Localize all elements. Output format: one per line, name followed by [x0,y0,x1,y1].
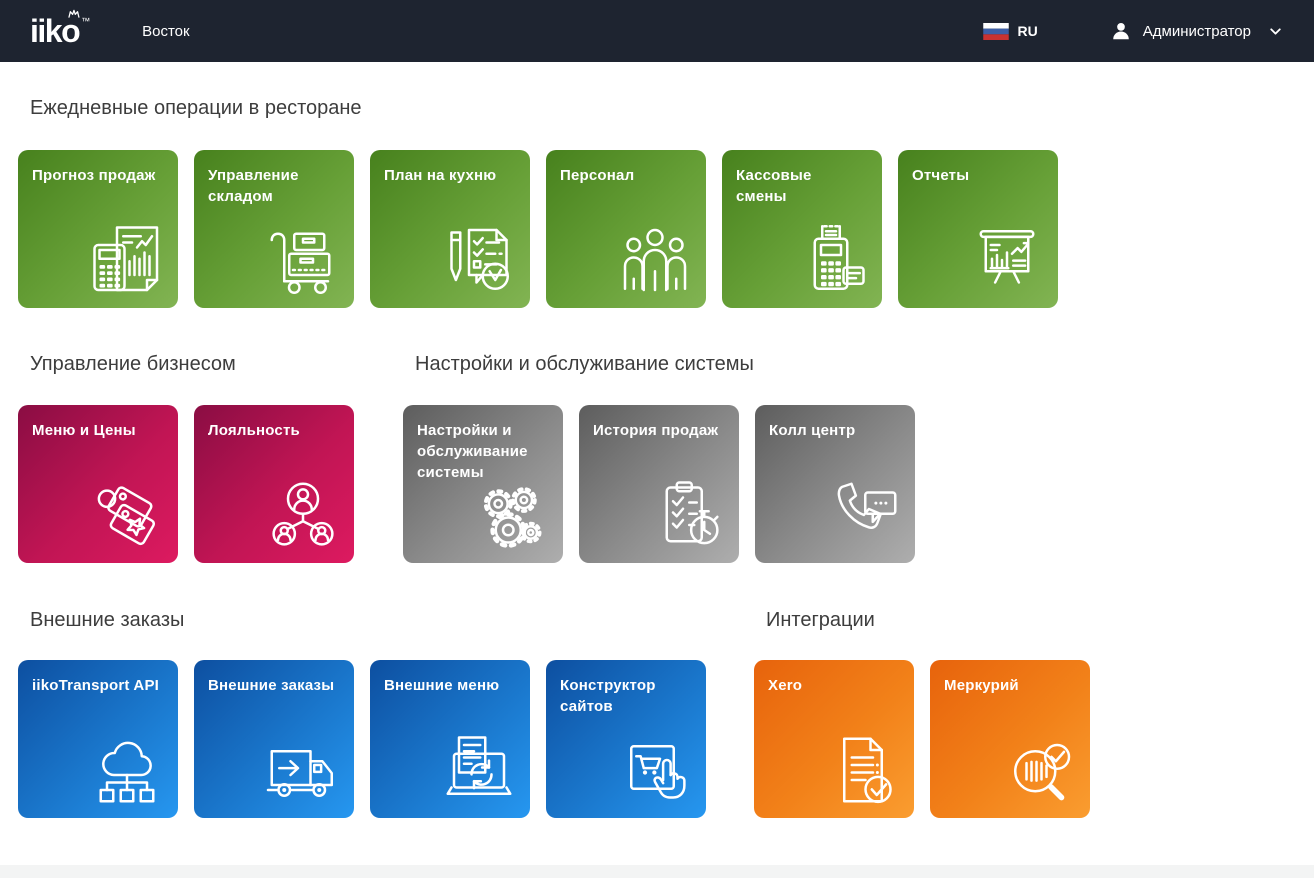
tile-label: Настройки и обслуживание системы [417,420,545,483]
tile-label: Персонал [560,165,688,186]
pos-terminal-icon [791,220,871,300]
tile-inventory-management[interactable]: Управление складом [194,150,354,308]
section-title: Внешние заказы [18,608,706,632]
gears-icon [472,475,552,555]
delivery-truck-icon [263,730,343,810]
warehouse-cart-icon [263,220,343,300]
tile-loyalty[interactable]: Лояльность [194,405,354,563]
tile-external-orders[interactable]: Внешние заказы [194,660,354,818]
tile-label: Отчеты [912,165,1040,186]
chevron-down-icon [1267,23,1284,40]
tile-menu-prices[interactable]: Меню и Цены [18,405,178,563]
section-title: Управление бизнесом [18,352,354,376]
section-external-orders: Внешние заказы iikoTransport API Внешние… [18,563,706,818]
document-check-icon [823,730,903,810]
language-selector[interactable]: RU [983,23,1038,40]
tile-staff[interactable]: Персонал [546,150,706,308]
phone-chat-icon [824,475,904,555]
tile-label: Меню и Цены [32,420,160,441]
calculator-chart-icon [87,220,167,300]
tile-label: Прогноз продаж [32,165,160,186]
logo-text: iiko [30,15,79,47]
section-system-settings: Настройки и обслуживание системы Настрой… [403,308,915,563]
loyalty-network-icon [263,475,343,555]
price-tags-icon [87,475,167,555]
tile-call-center[interactable]: Колл центр [755,405,915,563]
checklist-pen-icon [439,220,519,300]
section-daily-operations: Ежедневные операции в ресторане Прогноз … [18,62,1058,308]
tile-label: Внешние заказы [208,675,336,696]
tile-label: Конструктор сайтов [560,675,688,717]
section-title: Настройки и обслуживание системы [403,352,915,376]
iiko-logo[interactable]: iiko ™ [30,15,90,47]
tile-label: Управление складом [208,165,336,207]
tile-label: План на кухню [384,165,512,186]
report-board-icon [967,220,1047,300]
tile-label: Кассовые смены [736,165,864,207]
language-code: RU [1018,23,1038,39]
tile-label: iikoTransport API [32,675,160,696]
tile-label: Колл центр [769,420,897,441]
cloud-network-icon [87,730,167,810]
tile-label: История продаж [593,420,721,441]
footer-strip [0,865,1314,878]
tile-external-menus[interactable]: Внешние меню [370,660,530,818]
tile-iikotransport-api[interactable]: iikoTransport API [18,660,178,818]
menu-sync-icon [439,730,519,810]
russia-flag-icon [983,23,1009,40]
staff-people-icon [615,220,695,300]
restaurant-name: Восток [142,23,189,40]
tile-sales-history[interactable]: История продаж [579,405,739,563]
tile-reports[interactable]: Отчеты [898,150,1058,308]
tile-xero[interactable]: Xero [754,660,914,818]
tile-site-builder[interactable]: Конструктор сайтов [546,660,706,818]
trademark: ™ [81,17,90,26]
tile-system-settings[interactable]: Настройки и обслуживание системы [403,405,563,563]
section-business-management: Управление бизнесом Меню и Цены Лояльнос… [18,308,354,563]
section-integrations: Интеграции Xero Меркурий [754,563,1090,818]
clipboard-stopwatch-icon [648,475,728,555]
section-title: Интеграции [754,608,1090,632]
user-icon [1110,20,1132,42]
tile-label: Внешние меню [384,675,512,696]
tile-label: Лояльность [208,420,336,441]
tile-label: Меркурий [944,675,1072,696]
tile-label: Xero [768,675,896,696]
cart-pointer-icon [615,730,695,810]
tile-kitchen-plan[interactable]: План на кухню [370,150,530,308]
logo-crown-icon [67,9,80,18]
top-bar: iiko ™ Восток RU Администратор [0,0,1314,62]
tile-sales-forecast[interactable]: Прогноз продаж [18,150,178,308]
user-menu[interactable]: Администратор [1110,20,1284,42]
barcode-search-icon [999,730,1079,810]
tile-mercury[interactable]: Меркурий [930,660,1090,818]
user-name: Администратор [1143,23,1251,40]
section-title: Ежедневные операции в ресторане [18,96,1058,120]
dashboard: Ежедневные операции в ресторане Прогноз … [0,62,1314,818]
tile-cash-shifts[interactable]: Кассовые смены [722,150,882,308]
